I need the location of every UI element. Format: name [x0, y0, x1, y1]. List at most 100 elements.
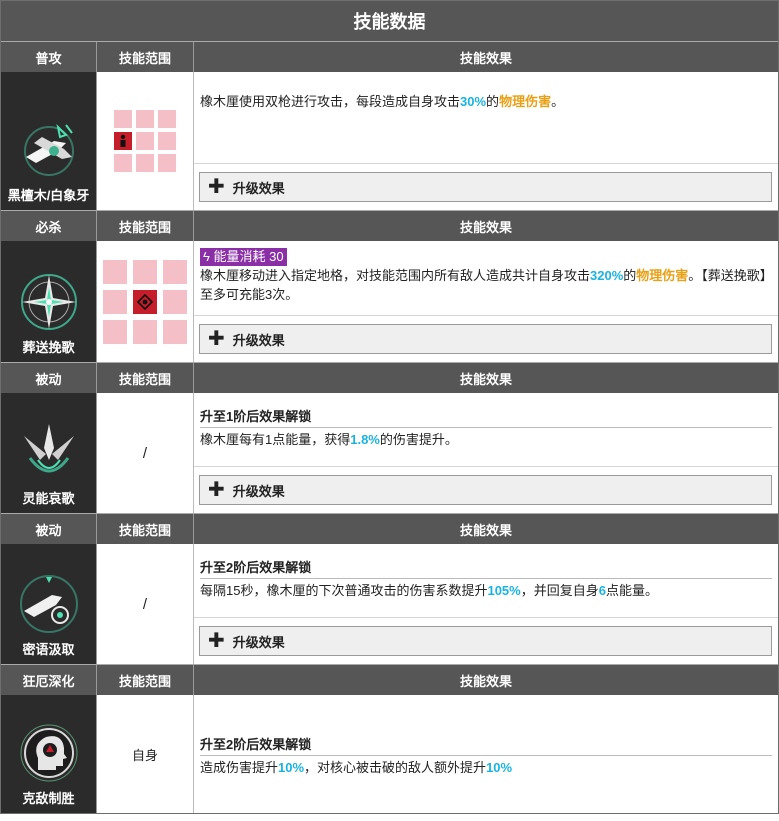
skill-header-row: 普攻 技能范围 技能效果: [1, 42, 778, 72]
effect-text: ϟ 能量消耗 30 橡木厘移动进入指定地格，对技能范围内所有敌人造成共计自身攻击…: [194, 241, 778, 316]
skill-effect-cell: 升至1阶后效果解锁 橡木厘每有1点能量，获得1.8%的伤害提升。 ✚ 升级效果: [194, 393, 778, 513]
skill-section: 必杀 技能范围 技能效果 葬送挽歌 ϟ 能量消耗 30 橡木厘移动进入指定地格，…: [1, 210, 778, 362]
skill-name: 密语汲取: [22, 642, 75, 657]
range-tile: [163, 259, 187, 284]
plus-icon: ✚: [208, 630, 225, 652]
effect-header: 技能效果: [459, 219, 512, 235]
skill-type-label: 普攻: [1, 42, 97, 72]
upgrade-expand-button[interactable]: ✚ 升级效果: [199, 626, 772, 656]
arrow-crown-icon: [23, 424, 74, 473]
effect-text: 升至1阶后效果解锁 橡木厘每有1点能量，获得1.8%的伤害提升。: [194, 393, 778, 467]
skill-header-row: 被动 技能范围 技能效果: [1, 514, 778, 544]
range-header: 技能范围: [97, 42, 194, 72]
effect-value: 105%: [487, 583, 521, 598]
skill-icon-cell: 克敌制胜: [1, 695, 97, 813]
skill-section: 被动 技能范围 技能效果 灵能哀歌 / 升至1阶后效果解锁 橡木厘每有1点能量，…: [1, 362, 778, 513]
upgrade-row: ✚ 升级效果: [194, 164, 778, 210]
range-tile: [103, 259, 127, 284]
upgrade-expand-button[interactable]: ✚ 升级效果: [199, 324, 772, 354]
upgrade-label: 升级效果: [232, 634, 285, 650]
effect-value: 320%: [590, 268, 624, 283]
range-grid: [103, 259, 187, 344]
upgrade-row: ✚ 升级效果: [194, 618, 778, 664]
head-gear-icon: [20, 724, 77, 782]
effect-text: 橡木厘使用双枪进行攻击，每段造成自身攻击30%的物理伤害。: [194, 72, 778, 164]
skill-body: 克敌制胜 自身 升至2阶后效果解锁 造成伤害提升10%，对核心被击破的敌人额外提…: [1, 695, 778, 813]
skill-name: 克敌制胜: [22, 791, 75, 806]
upgrade-row: ✚ 升级效果: [194, 467, 778, 513]
unlock-condition: 升至2阶后效果解锁: [200, 735, 772, 756]
skill-header-row: 被动 技能范围 技能效果: [1, 363, 778, 393]
range-tile: [114, 154, 132, 172]
effect-text-part: ，并回复自身: [520, 583, 599, 598]
skill-effect-cell: ϟ 能量消耗 30 橡木厘移动进入指定地格，对技能范围内所有敌人造成共计自身攻击…: [194, 241, 778, 362]
skill-effect-cell: 升至2阶后效果解锁 每隔15秒，橡木厘的下次普通攻击的伤害系数提升105%，并回…: [194, 544, 778, 664]
range-tile: [133, 259, 157, 284]
effect-text-part: 橡木厘移动进入指定地格，对技能范围内所有敌人造成共计自身攻击: [200, 268, 591, 283]
self-tile-icon: [114, 132, 132, 150]
effect-text-part: 橡木厘使用双枪进行攻击，每段造成自身攻击: [200, 94, 461, 109]
damage-type: 物理伤害: [499, 94, 552, 109]
skill-header-row: 必杀 技能范围 技能效果: [1, 211, 778, 241]
plus-icon: ✚: [208, 479, 225, 501]
skill-data-table: 技能数据 普攻 技能范围 技能效果 黑檀木/白象牙 橡木厘使用双枪进行攻击，每段…: [0, 0, 779, 814]
plus-icon: ✚: [208, 176, 225, 198]
skill-name: 葬送挽歌: [22, 340, 75, 355]
skill-body: 黑檀木/白象牙 橡木厘使用双枪进行攻击，每段造成自身攻击30%的物理伤害。 ✚ …: [1, 72, 778, 210]
effect-text-part: 造成伤害提升: [200, 760, 279, 775]
skill-type-label: 必杀: [1, 211, 97, 241]
upgrade-expand-button[interactable]: ✚ 升级效果: [199, 475, 772, 505]
effect-text: 升至2阶后效果解锁 每隔15秒，橡木厘的下次普通攻击的伤害系数提升105%，并回…: [194, 544, 778, 618]
range-tile: [103, 289, 127, 314]
damage-type: 物理伤害: [636, 268, 689, 283]
skill-range-cell: [97, 72, 194, 210]
skill-body: 葬送挽歌 ϟ 能量消耗 30 橡木厘移动进入指定地格，对技能范围内所有敌人造成共…: [1, 241, 778, 362]
skill-range-cell: /: [97, 544, 194, 664]
effect-text-part: ，对核心被击破的敌人额外提升: [304, 760, 487, 775]
skill-icon-cell: 灵能哀歌: [1, 393, 97, 513]
skill-section: 狂厄深化 技能范围 技能效果 克敌制胜 自身 升至2阶后效果解锁 造成伤害提升1…: [1, 664, 778, 813]
skill-header-row: 狂厄深化 技能范围 技能效果: [1, 665, 778, 695]
skill-type-label: 狂厄深化: [1, 665, 97, 695]
gun-target-icon: [19, 575, 78, 633]
effect-header: 技能效果: [459, 50, 512, 66]
plus-icon: ✚: [208, 328, 225, 350]
skill-section: 普攻 技能范围 技能效果 黑檀木/白象牙 橡木厘使用双枪进行攻击，每段造成自身攻…: [1, 41, 778, 210]
skill-effect-cell: 橡木厘使用双枪进行攻击，每段造成自身攻击30%的物理伤害。 ✚ 升级效果: [194, 72, 778, 210]
effect-value: 10%: [278, 760, 305, 775]
range-tile: [158, 132, 176, 150]
skill-name: 黑檀木/白象牙: [7, 188, 90, 203]
upgrade-label: 升级效果: [232, 180, 285, 196]
range-header: 技能范围: [97, 211, 194, 241]
range-header: 技能范围: [97, 514, 194, 544]
effect-value: 30%: [460, 94, 487, 109]
effect-header: 技能效果: [459, 673, 512, 689]
range-tile: [163, 289, 187, 314]
skill-range-cell: [97, 241, 194, 362]
upgrade-row: ✚ 升级效果: [194, 316, 778, 362]
skill-body: 密语汲取 / 升至2阶后效果解锁 每隔15秒，橡木厘的下次普通攻击的伤害系数提升…: [1, 544, 778, 664]
effect-value: 1.8%: [350, 432, 380, 447]
effect-text-part: 。: [551, 94, 565, 109]
upgrade-label: 升级效果: [232, 332, 285, 348]
dual-gun-icon: [23, 123, 74, 176]
energy-cost: 能量消耗 30: [213, 249, 284, 264]
effect-header: 技能效果: [459, 522, 512, 538]
skill-section: 被动 技能范围 技能效果 密语汲取 / 升至2阶后效果解锁 每隔15秒，橡木厘的…: [1, 513, 778, 664]
unlock-condition: 升至1阶后效果解锁: [200, 407, 772, 428]
range-tile: [136, 132, 154, 150]
skill-effect-cell: 升至2阶后效果解锁 造成伤害提升10%，对核心被击破的敌人额外提升10%: [194, 695, 778, 813]
range-header: 技能范围: [97, 665, 194, 695]
range-grid: [114, 110, 176, 172]
range-tile: [163, 319, 187, 344]
compass-star-icon: [20, 274, 77, 330]
range-tile: [136, 154, 154, 172]
skill-icon-cell: 葬送挽歌: [1, 241, 97, 362]
effect-text-part: 每隔15秒，橡木厘的下次普通攻击的伤害系数提升: [200, 583, 488, 598]
upgrade-expand-button[interactable]: ✚ 升级效果: [199, 172, 772, 202]
effect-text-part: 橡木厘每有1点能量，获得: [200, 432, 351, 447]
skill-type-label: 被动: [1, 514, 97, 544]
upgrade-label: 升级效果: [232, 483, 285, 499]
range-header: 技能范围: [97, 363, 194, 393]
skill-icon-cell: 黑檀木/白象牙: [1, 72, 97, 210]
